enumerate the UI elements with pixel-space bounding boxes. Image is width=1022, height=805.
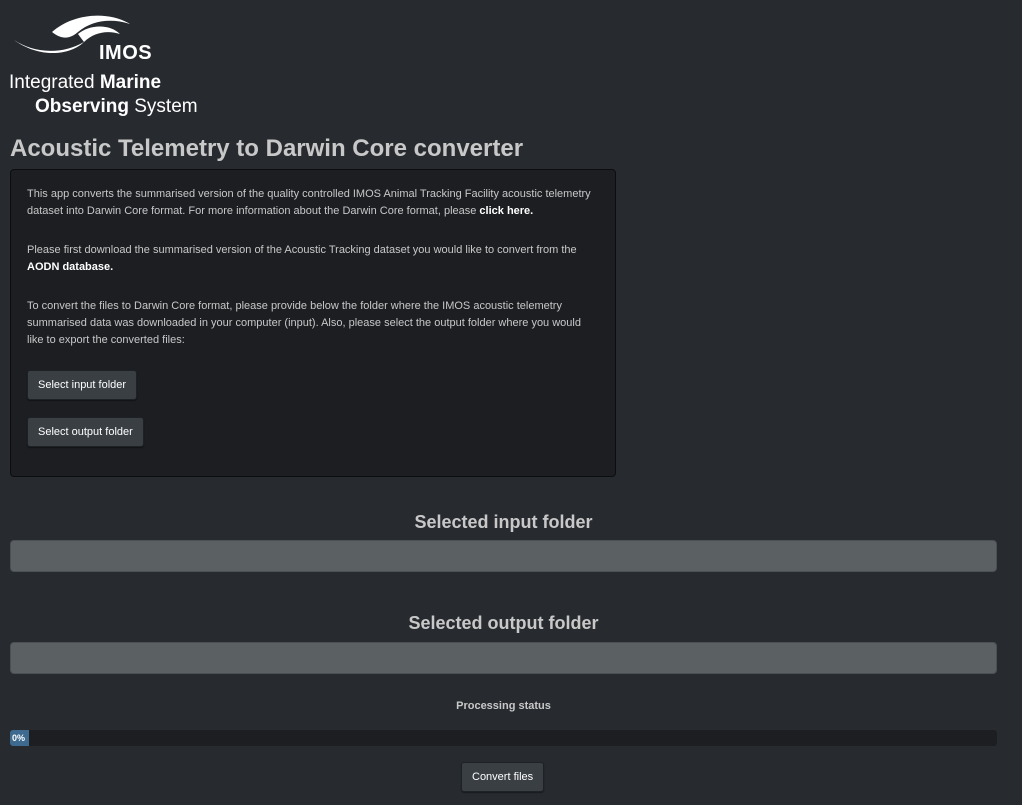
intro-paragraph: This app converts the summarised version… xyxy=(27,186,599,220)
imos-logo: IMOS Integrated Marine Observing System xyxy=(9,12,209,122)
aodn-database-link[interactable]: AODN database. xyxy=(27,261,113,273)
logo-line-2-light: System xyxy=(128,96,198,117)
logo-line-2-bold: Observing xyxy=(35,96,129,117)
instructions-paragraph: To convert the files to Darwin Core form… xyxy=(27,300,581,346)
progress-fill: 0% xyxy=(10,730,29,746)
processing-status-label: Processing status xyxy=(456,700,551,712)
progress-bar: 0% xyxy=(10,730,997,746)
logo-line-2: Observing System xyxy=(35,96,198,118)
logo-acronym: IMOS xyxy=(99,42,153,64)
logo-line-1-bold: Marine xyxy=(99,72,162,93)
select-output-folder-button[interactable]: Select output folder xyxy=(27,417,144,447)
info-panel: This app converts the summarised version… xyxy=(10,169,616,477)
app-page: IMOS Integrated Marine Observing System … xyxy=(0,0,1022,805)
convert-files-button[interactable]: Convert files xyxy=(461,762,545,792)
logo-line-1-light: Integrated xyxy=(9,72,100,93)
logo-line-1: Integrated Marine xyxy=(9,72,161,94)
output-folder-heading: Selected output folder xyxy=(408,613,599,633)
page-title: Acoustic Telemetry to Darwin Core conver… xyxy=(10,135,524,162)
select-input-folder-button[interactable]: Select input folder xyxy=(27,370,138,400)
download-paragraph: Please first download the summarised ver… xyxy=(27,242,599,276)
input-folder-heading: Selected input folder xyxy=(414,512,593,532)
download-text: Please first download the summarised ver… xyxy=(27,244,577,256)
darwin-core-link[interactable]: click here. xyxy=(479,205,533,217)
input-folder-display xyxy=(10,540,997,572)
output-folder-display xyxy=(10,642,997,674)
